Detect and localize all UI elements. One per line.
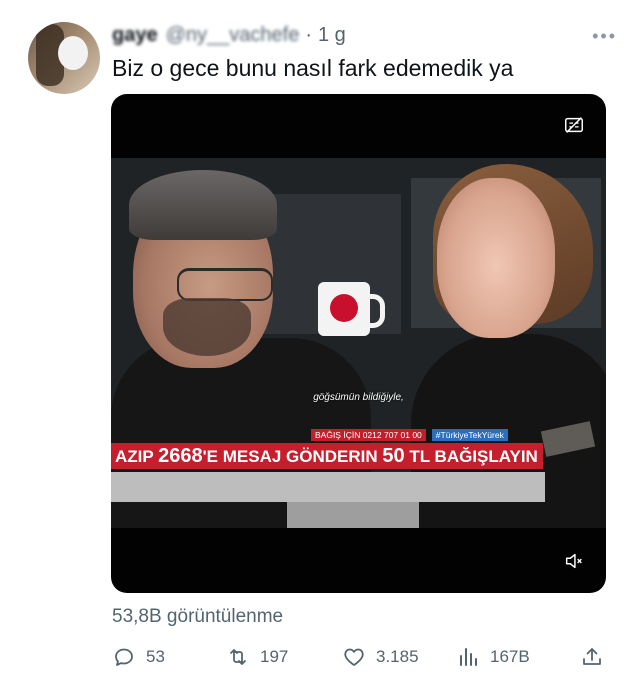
more-options-icon[interactable]: ••• xyxy=(592,26,617,47)
reply-count: 53 xyxy=(146,647,165,666)
lower-third-bar xyxy=(111,472,545,502)
reply-icon xyxy=(115,648,133,666)
analytics-button[interactable]: 167B xyxy=(456,644,530,670)
like-count: 3.185 xyxy=(376,647,419,666)
heart-icon xyxy=(344,648,364,666)
ticker-middle: 'E MESAJ GÖNDERIN xyxy=(202,447,383,466)
donation-hashtag: #TürkiyeTekYürek xyxy=(431,428,508,441)
tweet-time[interactable]: 1 g xyxy=(318,24,346,47)
ticker-amount: 50 xyxy=(382,445,405,467)
header-separator: · xyxy=(305,23,312,46)
avatar-face-blur xyxy=(58,36,88,70)
video-subtitle: göğsümün bildiğiyle, xyxy=(313,392,404,403)
retweet-icon xyxy=(230,649,246,665)
mug-logo xyxy=(330,294,358,322)
retweet-button[interactable]: 197 xyxy=(226,644,288,670)
glasses xyxy=(177,268,273,301)
view-count: 53,8B görüntülenme xyxy=(112,606,284,627)
donation-info: BAĞIŞ İÇİN 0212 707 01 00 #TürkiyeTekYür… xyxy=(311,428,508,441)
video-frame: göğsümün bildiğiyle, BAĞIŞ İÇİN 0212 707… xyxy=(111,158,606,528)
donation-phone: BAĞIŞ İÇİN 0212 707 01 00 xyxy=(311,428,426,441)
ticker-number: 2668 xyxy=(158,445,203,467)
video-player[interactable]: göğsümün bildiğiyle, BAĞIŞ İÇİN 0212 707… xyxy=(111,94,606,593)
woman-head xyxy=(437,178,555,338)
share-button[interactable] xyxy=(580,644,604,670)
mug-handle xyxy=(366,294,385,328)
donation-ticker: AZIP 2668'E MESAJ GÖNDERIN 50 TL BAĞIŞLA… xyxy=(111,443,543,469)
author-name[interactable]: gaye xyxy=(112,24,158,47)
analytics-count: 167B xyxy=(490,647,530,666)
ticker-prefix: AZIP xyxy=(115,447,159,466)
mute-icon[interactable] xyxy=(563,550,585,572)
tweet-header: gaye @ny__vachefe · 1 g xyxy=(112,22,615,48)
ticker-suffix: TL BAĞIŞLAYIN xyxy=(404,447,538,466)
retweet-count: 197 xyxy=(260,647,289,666)
author-avatar[interactable] xyxy=(28,22,100,94)
reply-button[interactable]: 53 xyxy=(112,644,165,670)
tweet-text: Biz o gece bunu nasıl fark edemedik ya xyxy=(112,55,514,81)
man-beard xyxy=(163,298,251,356)
action-bar: 53 197 3.185 167B xyxy=(110,644,610,670)
lower-third-tab xyxy=(287,502,419,528)
author-handle[interactable]: @ny__vachefe xyxy=(166,24,300,47)
like-button[interactable]: 3.185 xyxy=(342,644,419,670)
man-hair xyxy=(129,170,277,240)
mug xyxy=(318,282,385,336)
no-captions-icon[interactable] xyxy=(563,114,585,136)
share-icon xyxy=(583,648,601,665)
analytics-icon xyxy=(460,648,477,666)
